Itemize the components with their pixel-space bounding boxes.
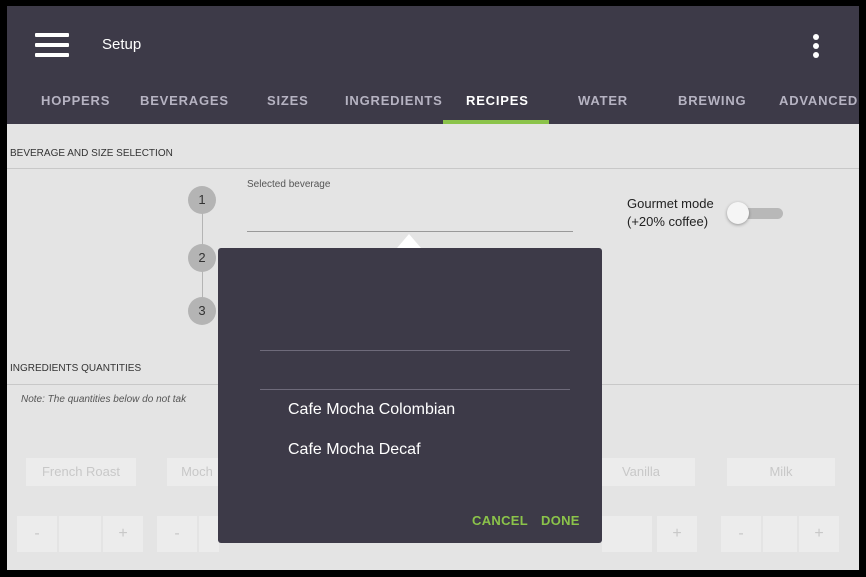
ingredients-section-heading: INGREDIENTS QUANTITIES (10, 363, 142, 374)
picker-option-cafe-mocha-decaf[interactable]: Cafe Mocha Decaf (288, 441, 421, 459)
ingredient-vanilla: Vanilla (587, 458, 695, 486)
app-bar: Setup HOPPERS BEVERAGES SIZES INGREDIENT… (7, 6, 859, 124)
increase-french-roast-button[interactable]: + (103, 516, 143, 552)
more-vert-icon[interactable] (812, 34, 820, 62)
done-button[interactable]: DONE (541, 513, 580, 528)
step-3[interactable]: 3 (188, 297, 216, 325)
step-1[interactable]: 1 (188, 186, 216, 214)
selected-beverage-label: Selected beverage (247, 179, 331, 190)
step-2[interactable]: 2 (188, 244, 216, 272)
decrease-french-roast-button[interactable]: - (17, 516, 57, 552)
gourmet-mode-label: Gourmet mode (+20% coffee) (627, 195, 714, 231)
picker-option-cafe-mocha-colombian[interactable]: Cafe Mocha Colombian (288, 401, 455, 419)
dialog-pointer (397, 234, 421, 248)
picker-divider (260, 350, 570, 351)
selected-beverage-field[interactable] (247, 231, 573, 232)
tab-bar: HOPPERS BEVERAGES SIZES INGREDIENTS RECI… (7, 89, 859, 124)
beverage-picker-dialog: Cafe Mocha Colombian Cafe Mocha Decaf CA… (218, 248, 602, 543)
ingredient-french-roast: French Roast (26, 458, 136, 486)
tab-recipes[interactable]: RECIPES (466, 93, 529, 108)
active-tab-indicator (443, 120, 549, 124)
ingredients-note: Note: The quantities below do not tak (21, 394, 187, 405)
increase-vanilla-button[interactable]: + (657, 516, 697, 552)
french-roast-quantity (59, 516, 101, 552)
vanilla-quantity (602, 516, 652, 552)
hamburger-menu-icon[interactable] (35, 33, 69, 57)
tab-beverages[interactable]: BEVERAGES (140, 93, 229, 108)
milk-quantity (763, 516, 797, 552)
ingredient-milk: Milk (727, 458, 835, 486)
picker-divider (260, 389, 570, 390)
gourmet-mode-title: Gourmet mode (627, 196, 714, 211)
gourmet-mode-toggle-knob[interactable] (727, 202, 749, 224)
tab-sizes[interactable]: SIZES (267, 93, 309, 108)
decrease-mocha-button[interactable]: - (157, 516, 197, 552)
tab-water[interactable]: WATER (578, 93, 628, 108)
app-screen: Setup HOPPERS BEVERAGES SIZES INGREDIENT… (7, 6, 859, 570)
tab-advanced[interactable]: ADVANCED (779, 93, 858, 108)
decrease-milk-button[interactable]: - (721, 516, 761, 552)
cancel-button[interactable]: CANCEL (472, 513, 528, 528)
increase-milk-button[interactable]: + (799, 516, 839, 552)
tab-brewing[interactable]: BREWING (678, 93, 746, 108)
app-title: Setup (102, 36, 142, 53)
gourmet-mode-subtitle: (+20% coffee) (627, 214, 709, 229)
section-divider (7, 168, 859, 169)
beverage-section-heading: BEVERAGE AND SIZE SELECTION (10, 148, 173, 159)
tab-ingredients[interactable]: INGREDIENTS (345, 93, 443, 108)
tab-hoppers[interactable]: HOPPERS (41, 93, 110, 108)
mocha-quantity (199, 516, 219, 552)
